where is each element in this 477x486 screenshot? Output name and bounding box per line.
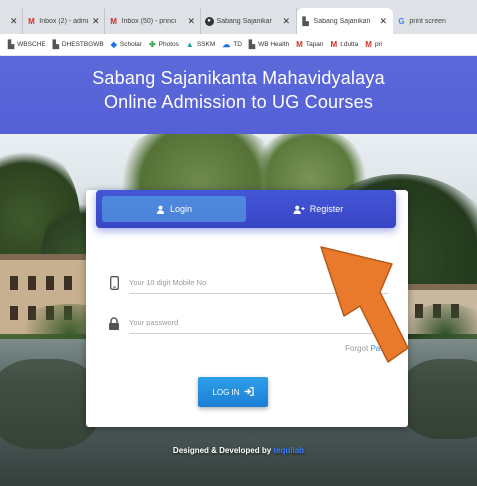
tab-register[interactable]: Register xyxy=(246,196,390,222)
bookmark-label: t.dutta xyxy=(340,41,359,48)
bookmark-label: Scholar xyxy=(119,41,142,48)
tab-login-label: Login xyxy=(169,204,193,214)
auth-tab-bar: Login Register xyxy=(96,190,396,228)
password-field xyxy=(108,312,388,334)
bookmark-item[interactable]: ▲ SSKM xyxy=(186,40,215,49)
gmail-icon: M xyxy=(110,16,117,26)
bookmark-label: WB Health xyxy=(258,41,290,48)
mobile-number-input[interactable] xyxy=(129,278,388,287)
scholar-icon: ◆ xyxy=(110,40,117,49)
mobile-phone-icon xyxy=(108,275,120,291)
lock-icon xyxy=(108,315,120,331)
browser-tab[interactable]: ● Sabang Sajanikar ✕ xyxy=(201,8,297,34)
page-header: Sabang Sajanikanta Mahavidyalaya Online … xyxy=(0,56,477,134)
bookmark-label: WBSCHE xyxy=(17,41,46,48)
browser-tab[interactable]: ✕ xyxy=(2,8,23,34)
bookmarks-bar: ▙ WBSCHE ▙ DHESTBGWB ◆ Scholar ✤ Photos ▲ SSK… xyxy=(0,34,477,56)
bookmark-item[interactable]: ✤ Photos xyxy=(149,40,179,49)
gmail-icon: M xyxy=(365,40,372,49)
page-subtitle: Online Admission to UG Courses xyxy=(103,92,374,112)
photos-icon: ✤ xyxy=(148,40,156,49)
tab-login[interactable]: Login xyxy=(102,196,246,222)
close-icon[interactable]: ✕ xyxy=(10,16,18,27)
ssk-icon: ▲ xyxy=(185,40,194,49)
google-icon: G xyxy=(398,16,405,26)
bookmark-label: Photos xyxy=(158,41,179,48)
bookmark-item[interactable]: ▙ WB Health xyxy=(249,40,289,49)
document-icon: ▙ xyxy=(8,40,15,49)
bookmark-label: DHESTBGWB xyxy=(61,41,104,48)
browser-tab[interactable]: G print screen xyxy=(393,8,463,34)
bookmark-item[interactable]: ◆ Scholar xyxy=(111,40,142,49)
gmail-icon: M xyxy=(330,40,338,49)
tab-title: print screen xyxy=(409,17,446,25)
tab-title: Sabang Sajanikan xyxy=(313,17,371,25)
bookmark-label: pri xyxy=(374,41,383,48)
bookmark-item[interactable]: Mt.dutta xyxy=(331,40,359,49)
bookmark-item[interactable]: Mpri xyxy=(365,40,382,49)
cloud-icon: ☁ xyxy=(222,40,231,49)
close-icon[interactable]: ✕ xyxy=(380,16,388,27)
forgot-password: Forgot Passw xyxy=(345,344,394,353)
bookmark-item[interactable]: M Tapan xyxy=(296,40,323,49)
forgot-prefix: Forgot xyxy=(345,344,371,353)
chrome-icon: ● xyxy=(204,16,214,26)
browser-tab[interactable]: M Inbox (2) - admis ✕ xyxy=(23,8,105,34)
gmail-icon: M xyxy=(28,16,35,26)
tab-register-label: Register xyxy=(309,204,344,214)
browser-tab-active[interactable]: ▙ Sabang Sajanikan ✕ xyxy=(296,8,393,34)
document-icon: ▙ xyxy=(52,40,59,49)
footer-text: Designed & Developed by xyxy=(172,446,274,455)
bookmark-label: Tapan xyxy=(305,41,324,48)
bookmark-item[interactable]: ▙ WBSCHE xyxy=(8,40,46,49)
password-input-underline xyxy=(129,312,388,334)
browser-tab[interactable]: M Inbox (50) - princi ✕ xyxy=(105,8,201,34)
password-input[interactable] xyxy=(129,318,388,327)
bookmark-label: TD xyxy=(233,41,242,48)
forgot-password-link[interactable]: Passw xyxy=(370,344,394,353)
gmail-icon: M xyxy=(296,40,303,49)
bookmark-item[interactable]: ▙ DHESTBGWB xyxy=(53,40,104,49)
close-icon[interactable]: ✕ xyxy=(92,16,100,27)
user-icon xyxy=(156,205,165,214)
bookmark-label: SSKM xyxy=(196,41,216,48)
sign-in-icon xyxy=(244,386,254,398)
tab-title: Sabang Sajanikar xyxy=(216,17,272,25)
login-button-label: LOG IN xyxy=(212,387,240,397)
college-name: Sabang Sajanikanta Mahavidyalaya xyxy=(92,68,385,88)
document-icon: ▙ xyxy=(302,16,309,26)
mobile-input-underline xyxy=(129,272,388,294)
tab-title: Inbox (2) - admis xyxy=(39,17,88,25)
close-icon[interactable]: ✕ xyxy=(283,16,291,27)
footer-credit: Designed & Developed by tequilab xyxy=(0,446,477,455)
close-icon[interactable]: ✕ xyxy=(188,16,196,27)
tab-title: Inbox (50) - princi xyxy=(121,17,177,25)
document-icon: ▙ xyxy=(248,40,256,49)
login-button[interactable]: LOG IN xyxy=(198,377,268,407)
user-plus-icon xyxy=(293,205,305,214)
bookmark-item[interactable]: ☁ TD xyxy=(222,40,242,49)
browser-tab-strip: ✕ M Inbox (2) - admis ✕ M Inbox (50) - p… xyxy=(0,0,477,34)
mobile-field xyxy=(108,272,388,294)
login-card: Login Register Forgot Passw LOG IN xyxy=(86,190,408,427)
developer-link[interactable]: tequilab xyxy=(273,446,304,455)
